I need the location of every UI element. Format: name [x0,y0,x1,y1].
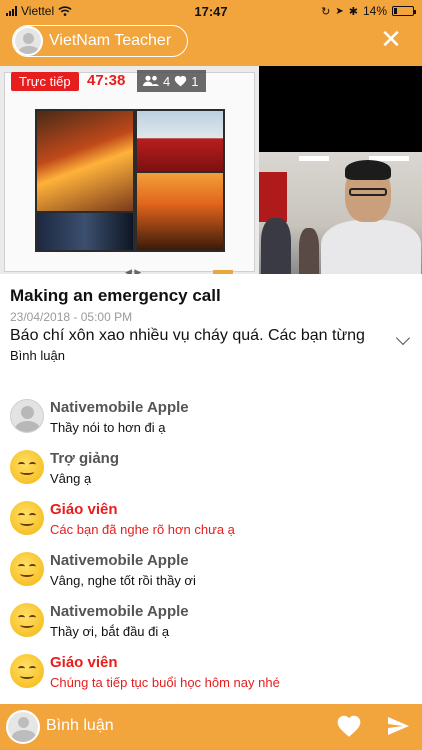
smiley-avatar-icon [10,552,44,586]
my-avatar [6,710,40,744]
status-right: ↻ ➤ ✱ 14% [321,4,416,18]
comment-author: Nativemobile Apple [50,399,189,416]
comment-composer [0,704,422,750]
comment-author: Giáo viên [50,501,118,518]
comment-author: Nativemobile Apple [50,552,189,569]
comment-text: Chúng ta tiếp tục buổi học hôm nay nhé [50,675,280,690]
comment-author: Giáo viên [50,654,118,671]
slide-photo-wildfire [137,173,223,250]
heart-icon[interactable] [336,713,362,739]
lesson-title: Making an emergency call [10,286,221,305]
like-count: 1 [191,73,199,89]
chevron-down-icon[interactable] [395,330,411,346]
teacher-name: VietNam Teacher [49,32,172,49]
smiley-avatar-icon [10,603,44,637]
comment-item: Nativemobile Apple Thầy ơi, bắt đầu đi ạ [10,603,410,651]
comment-item: Trợ giảng Vâng ạ [10,450,410,498]
battery-percent: 14% [362,4,387,18]
comment-text: Các bạn đã nghe rõ hơn chưa ạ [50,522,235,537]
comment-text: Vâng, nghe tốt rồi thầy ơi [50,573,196,588]
comment-author: Nativemobile Apple [50,603,189,620]
live-video-panel[interactable]: ◀ ▶ Trực tiếp 47:38 4 1 [0,66,422,274]
slide-page: ◀ ▶ [4,72,255,274]
heart-icon [175,75,187,87]
send-icon[interactable] [386,714,410,738]
status-bar: Viettel 17:47 ↻ ➤ ✱ 14% [0,0,422,22]
bluetooth-icon: ✱ [348,5,358,18]
slide-image-collage [35,109,225,252]
battery-icon [392,6,416,16]
teacher-profile-chip[interactable]: VietNam Teacher [12,25,188,57]
comments-section-label: Bình luận [10,348,65,363]
slide-photo-burning-house [37,111,133,211]
lesson-description: Báo chí xôn xao nhiều vụ cháy quá. Các b… [10,327,365,344]
comment-item: Nativemobile Apple Thầy nói to hơn đi ạ [10,399,410,447]
lesson-datetime: 23/04/2018 - 05:00 PM [10,310,133,324]
presentation-slide: ◀ ▶ Trực tiếp 47:38 4 1 [0,66,259,274]
comment-item: Nativemobile Apple Vâng, nghe tốt rồi th… [10,552,410,600]
teacher-camera-feed [259,152,422,274]
slide-photo-call-center [37,213,133,250]
viewers-icon [143,75,159,86]
comment-text: Vâng ạ [50,471,92,486]
teacher-avatar [13,26,43,56]
comment-author: Trợ giảng [50,450,120,467]
live-elapsed-time: 47:38 [87,72,126,89]
header-bar: Viettel 17:47 ↻ ➤ ✱ 14% VietNam Teacher … [0,0,422,66]
smiley-avatar-icon [10,654,44,688]
user-avatar [10,399,44,433]
slide-photo-fire-truck [137,111,223,171]
slide-nav-arrows[interactable]: ◀ ▶ [125,267,141,274]
comment-text: Thầy nói to hơn đi ạ [50,420,166,435]
close-icon[interactable]: ✕ [380,26,402,52]
orientation-lock-icon: ↻ [321,5,331,18]
comment-item: Giáo viên Chúng ta tiếp tục buổi học hôm… [10,654,410,702]
live-stats: 4 1 [137,70,206,92]
smiley-avatar-icon [10,450,44,484]
live-badge: Trực tiếp [11,72,79,91]
comment-text: Thầy ơi, bắt đầu đi ạ [50,624,170,639]
comment-item: Giáo viên Các bạn đã nghe rõ hơn chưa ạ [10,501,410,549]
location-icon: ➤ [335,5,344,17]
viewer-count: 4 [163,73,171,89]
slide-logo [213,270,233,274]
comment-input[interactable] [46,712,316,740]
smiley-avatar-icon [10,501,44,535]
